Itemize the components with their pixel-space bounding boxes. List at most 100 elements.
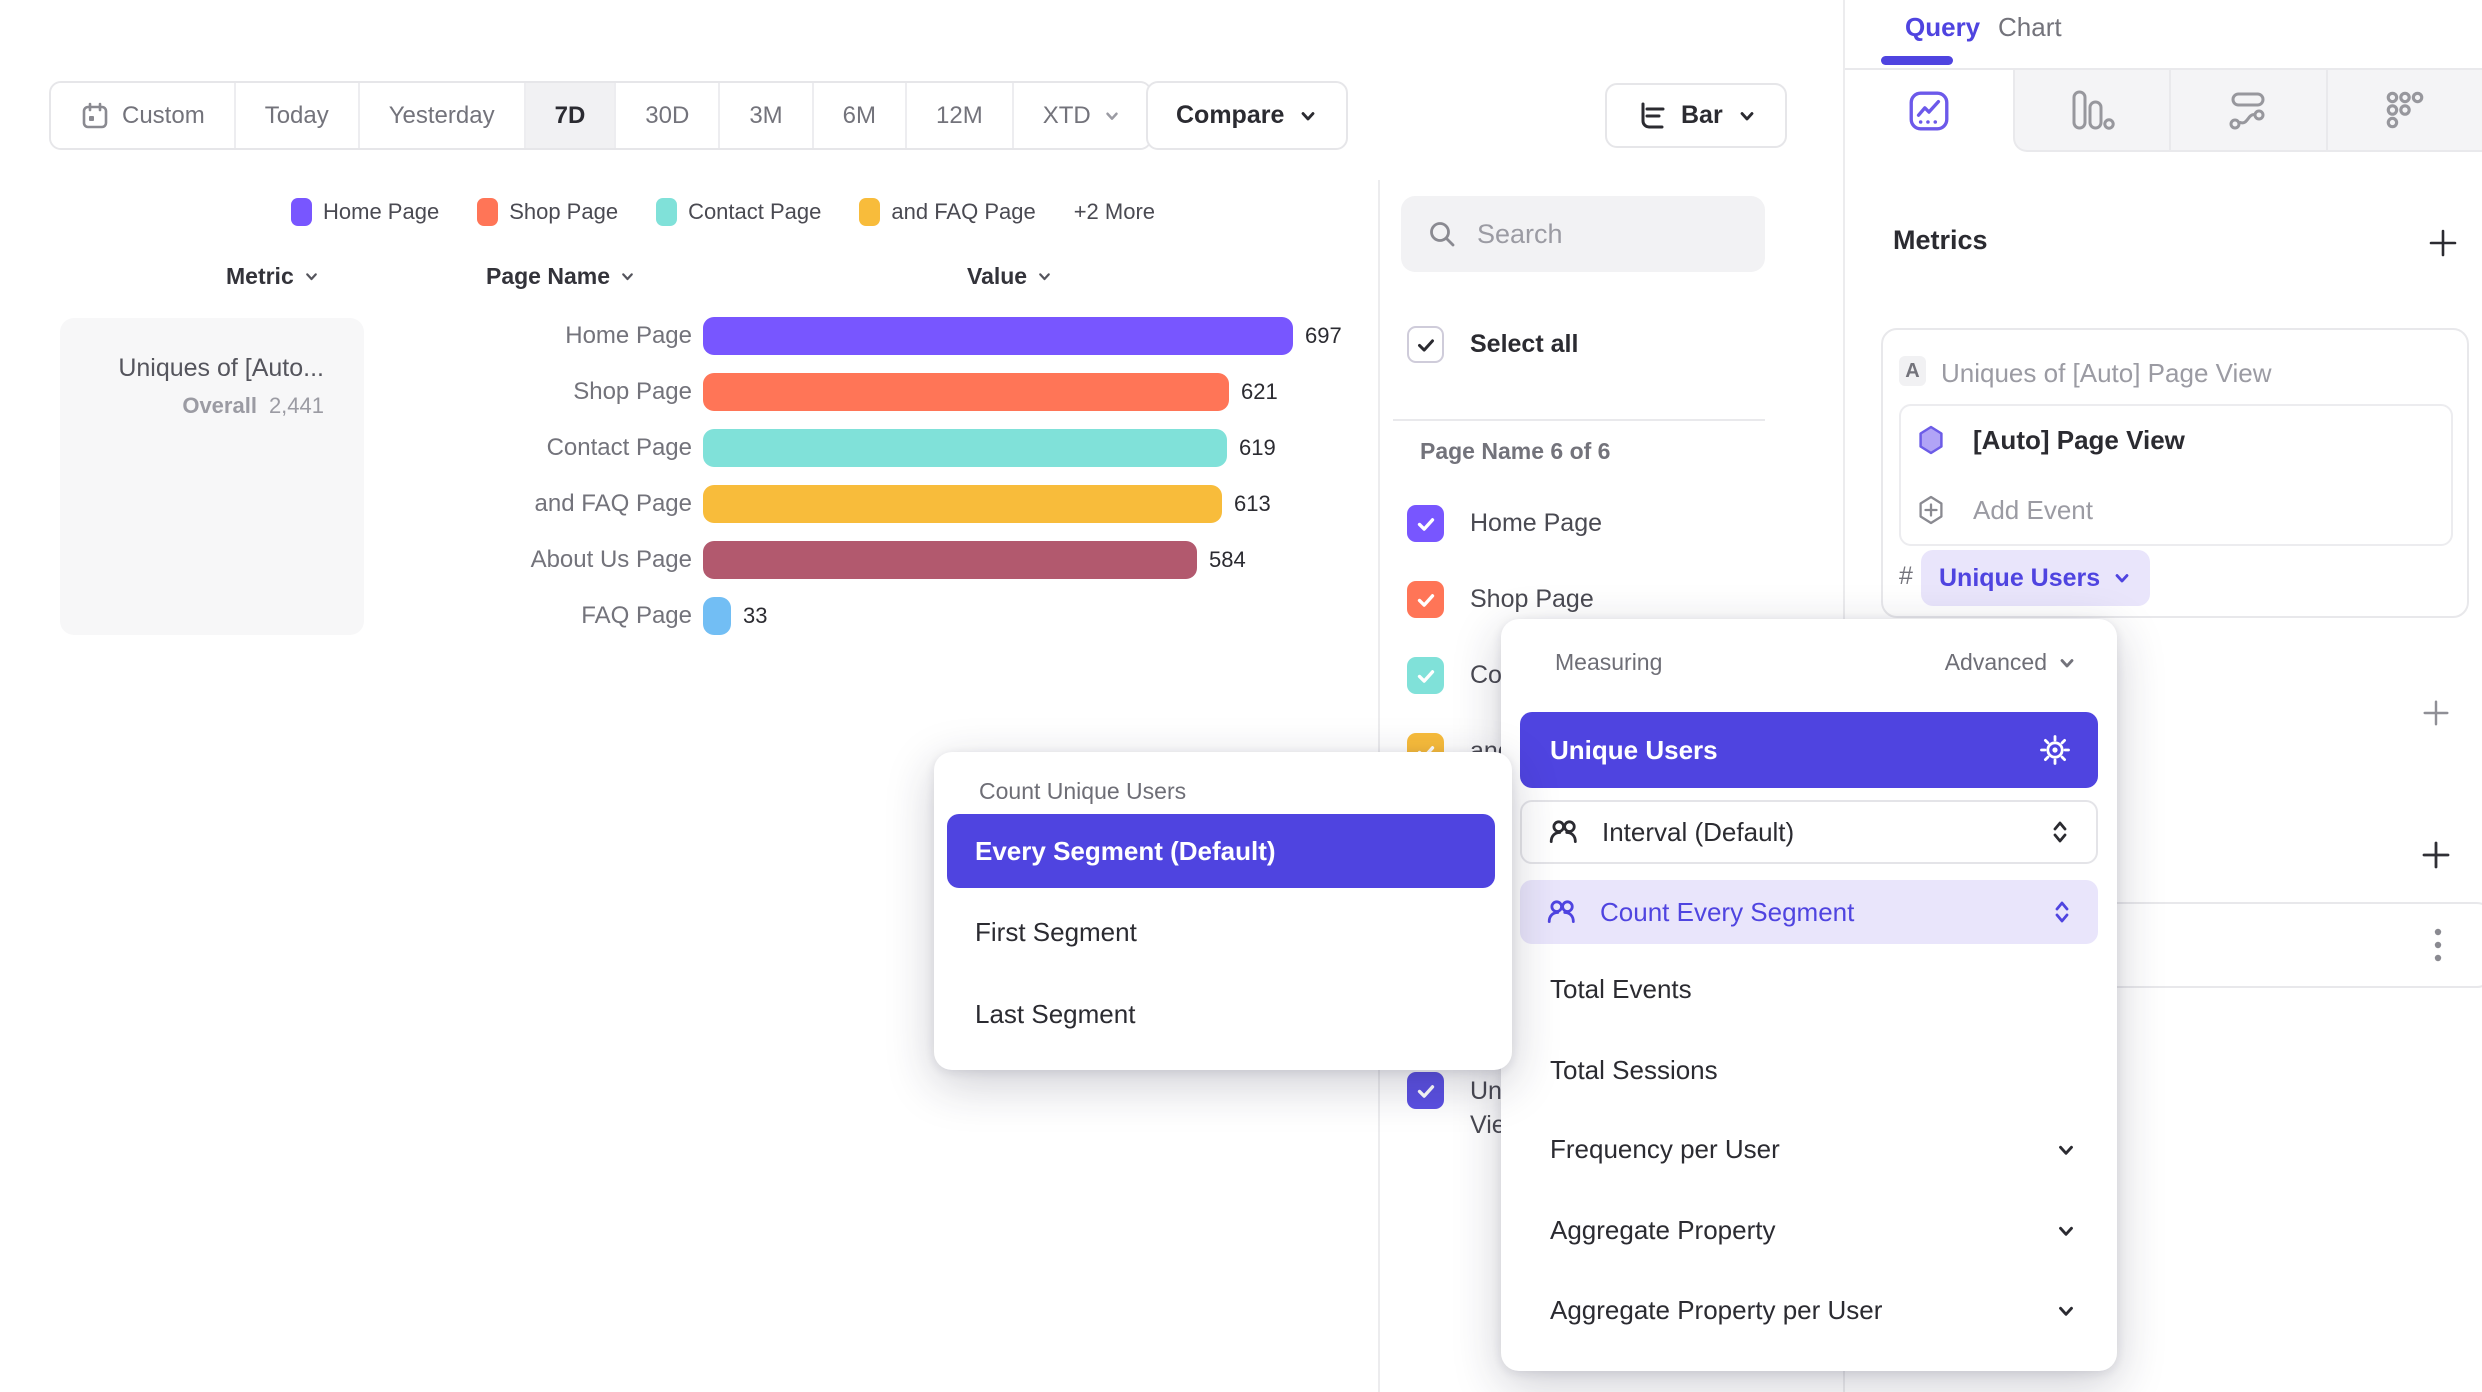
select-all-checkbox[interactable] <box>1407 326 1444 363</box>
measure-option-label: Unique Users <box>1550 735 1718 766</box>
active-tab-indicator <box>1881 56 1953 65</box>
expand-chevron-icon[interactable] <box>2055 1300 2077 1322</box>
segment-checkbox[interactable] <box>1407 505 1444 542</box>
legend-swatch <box>291 198 312 226</box>
insights-icon <box>1906 88 1952 134</box>
legend-swatch <box>656 198 677 226</box>
tab-chart[interactable]: Chart <box>1998 12 2062 43</box>
date-yesterday-button[interactable]: Yesterday <box>360 83 526 148</box>
chevron-down-icon <box>2057 653 2077 673</box>
bar-value: 619 <box>1239 435 1276 461</box>
bar-contact-page[interactable] <box>703 429 1227 467</box>
legend-item[interactable]: Home Page <box>291 198 439 226</box>
chevron-down-icon <box>2112 568 2132 588</box>
select-all-label: Select all <box>1470 326 1578 363</box>
bar-value: 584 <box>1209 547 1246 573</box>
add-filter-button[interactable] <box>2420 697 2452 729</box>
date-button-label: 7D <box>555 102 586 130</box>
date-3m-button[interactable]: 3M <box>720 83 813 148</box>
expand-chevron-icon[interactable] <box>2055 1139 2077 1161</box>
count-mode-label: Count Every Segment <box>1600 897 1854 928</box>
column-header-value[interactable]: Value <box>967 263 1053 290</box>
segment-label: Shop Page <box>1470 581 1594 618</box>
interval-label: Interval (Default) <box>1602 817 1794 848</box>
bar-shop-page[interactable] <box>703 373 1229 411</box>
insights-report-screen: Custom Today Yesterday 7D 30D 3M 6M 12M … <box>0 0 2482 1392</box>
measure-option-frequency-per-user[interactable]: Frequency per User <box>1550 1134 1780 1165</box>
metrics-heading: Metrics <box>1893 225 1988 256</box>
segment-option-label: Every Segment (Default) <box>975 836 1276 867</box>
measure-option-total-sessions[interactable]: Total Sessions <box>1550 1055 1718 1086</box>
add-metric-button[interactable] <box>2426 226 2460 260</box>
legend-item[interactable]: Shop Page <box>477 198 618 226</box>
bar-label: Home Page <box>0 322 692 350</box>
advanced-dropdown[interactable]: Advanced <box>1945 649 2077 676</box>
report-type-funnels-tab[interactable] <box>2013 68 2169 152</box>
gear-icon[interactable] <box>2038 733 2072 767</box>
date-today-button[interactable]: Today <box>236 83 360 148</box>
legend-more-label[interactable]: +2 More <box>1074 199 1155 225</box>
date-30d-button[interactable]: 30D <box>616 83 720 148</box>
search-input[interactable]: Search <box>1401 196 1765 272</box>
segment-row-contact-page[interactable]: Co <box>1407 657 1502 694</box>
report-type-insights-tab[interactable] <box>1845 68 2013 152</box>
metric-letter-badge: A <box>1899 356 1926 386</box>
date-custom-button[interactable]: Custom <box>51 83 236 148</box>
segment-option-last-segment[interactable]: Last Segment <box>975 999 1135 1030</box>
segment-checkbox[interactable] <box>1407 657 1444 694</box>
expand-chevron-icon[interactable] <box>2055 1220 2077 1242</box>
segment-checkbox[interactable] <box>1407 1072 1444 1109</box>
interval-selector[interactable]: Interval (Default) <box>1520 800 2098 864</box>
report-type-retention-tab[interactable] <box>2326 68 2482 152</box>
segment-option-label: First Segment <box>975 917 1137 947</box>
event-row[interactable]: [Auto] Page View <box>1915 424 2185 456</box>
segment-option-first-segment[interactable]: First Segment <box>975 917 1137 948</box>
segment-option-every-segment[interactable]: Every Segment (Default) <box>947 814 1495 888</box>
kebab-menu-button[interactable] <box>2433 926 2443 966</box>
tab-query[interactable]: Query <box>1905 12 1980 43</box>
report-type-flows-tab[interactable] <box>2169 68 2325 152</box>
select-all-row[interactable]: Select all <box>1407 326 1578 363</box>
count-mode-selector[interactable]: Count Every Segment <box>1520 880 2098 944</box>
bar-about-us-page[interactable] <box>703 541 1197 579</box>
bar-home-page[interactable] <box>703 317 1293 355</box>
legend-item[interactable]: and FAQ Page <box>859 198 1035 226</box>
bar-faq-page[interactable] <box>703 597 731 635</box>
bar-value: 621 <box>1241 379 1278 405</box>
date-xtd-button[interactable]: XTD <box>1014 83 1150 148</box>
search-icon <box>1425 217 1459 251</box>
date-6m-button[interactable]: 6M <box>814 83 907 148</box>
measure-option-unique-users[interactable]: Unique Users <box>1520 712 2098 788</box>
segment-row-shop-page[interactable]: Shop Page <box>1407 581 1594 618</box>
measure-dropdown[interactable]: Unique Users <box>1921 550 2150 606</box>
segment-row-truncated[interactable]: Unl Vie <box>1407 1072 1508 1142</box>
flows-icon <box>2224 87 2272 133</box>
bar-label: About Us Page <box>0 546 692 574</box>
measure-option-label: Frequency per User <box>1550 1134 1780 1164</box>
column-header-page-name[interactable]: Page Name <box>486 263 636 290</box>
segment-group-label: Page Name 6 of 6 <box>1420 438 1610 465</box>
date-7d-button[interactable]: 7D <box>526 83 617 148</box>
measure-option-total-events[interactable]: Total Events <box>1550 974 1692 1005</box>
segment-label: Home Page <box>1470 505 1602 542</box>
measure-option-aggregate-property[interactable]: Aggregate Property <box>1550 1215 1775 1246</box>
plus-icon <box>2420 697 2452 729</box>
add-event-row[interactable]: Add Event <box>1915 494 2093 526</box>
panel-divider <box>1393 419 1765 421</box>
compare-button[interactable]: Compare <box>1146 81 1348 150</box>
measure-option-aggregate-property-per-user[interactable]: Aggregate Property per User <box>1550 1295 1882 1326</box>
segment-checkbox[interactable] <box>1407 581 1444 618</box>
event-label: [Auto] Page View <box>1973 425 2185 456</box>
date-12m-button[interactable]: 12M <box>907 83 1014 148</box>
legend-item[interactable]: Contact Page <box>656 198 821 226</box>
chevron-down-icon <box>1103 107 1121 125</box>
chart-type-button[interactable]: Bar <box>1605 83 1787 148</box>
count-unique-users-popup: Count Unique Users Every Segment (Defaul… <box>934 752 1512 1070</box>
bar-and-faq-page[interactable] <box>703 485 1222 523</box>
compare-label: Compare <box>1176 101 1284 130</box>
segment-row-home-page[interactable]: Home Page <box>1407 505 1602 542</box>
column-header-metric[interactable]: Metric <box>226 263 320 290</box>
date-button-label: XTD <box>1043 102 1091 130</box>
metric-definition-card: A Uniques of [Auto] Page View [Auto] Pag… <box>1881 328 2469 618</box>
add-breakdown-button[interactable] <box>2419 838 2453 872</box>
